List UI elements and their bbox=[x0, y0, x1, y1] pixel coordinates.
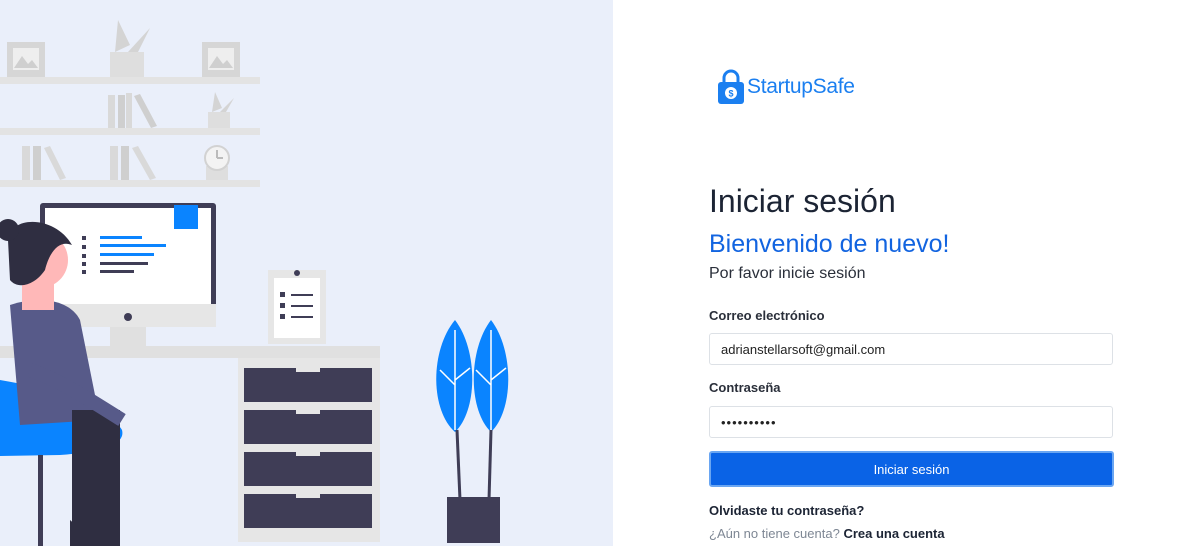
password-field[interactable] bbox=[709, 406, 1113, 438]
no-account-text: ¿Aún no tiene cuenta? bbox=[709, 526, 840, 541]
clipboard-icon bbox=[268, 270, 326, 344]
plant-icon bbox=[436, 320, 509, 543]
brand-logo[interactable]: $ StartupSafe bbox=[717, 69, 855, 105]
welcome-heading: Bienvenido de nuevo! bbox=[709, 230, 950, 258]
brand-name: StartupSafe bbox=[747, 75, 855, 98]
password-label: Contraseña bbox=[709, 380, 781, 395]
clock-icon bbox=[204, 145, 230, 180]
signup-prompt: ¿Aún no tiene cuenta? Crea una cuenta bbox=[709, 526, 945, 541]
drawer-cabinet-icon bbox=[238, 358, 380, 542]
login-subtitle: Por favor inicie sesión bbox=[709, 265, 866, 282]
email-field[interactable] bbox=[709, 333, 1113, 365]
office-illustration bbox=[0, 0, 613, 546]
books-icon bbox=[22, 93, 157, 180]
forgot-password-link[interactable]: Olvidaste tu contraseña? bbox=[709, 503, 864, 518]
svg-text:$: $ bbox=[728, 89, 733, 99]
create-account-link[interactable]: Crea una cuenta bbox=[843, 526, 944, 541]
office-scene-icon bbox=[0, 20, 509, 546]
email-label: Correo electrónico bbox=[709, 308, 825, 323]
padlock-dollar-icon: $ bbox=[718, 69, 744, 104]
page-title: Iniciar sesión bbox=[709, 183, 896, 219]
login-button[interactable]: Iniciar sesión bbox=[709, 451, 1114, 487]
